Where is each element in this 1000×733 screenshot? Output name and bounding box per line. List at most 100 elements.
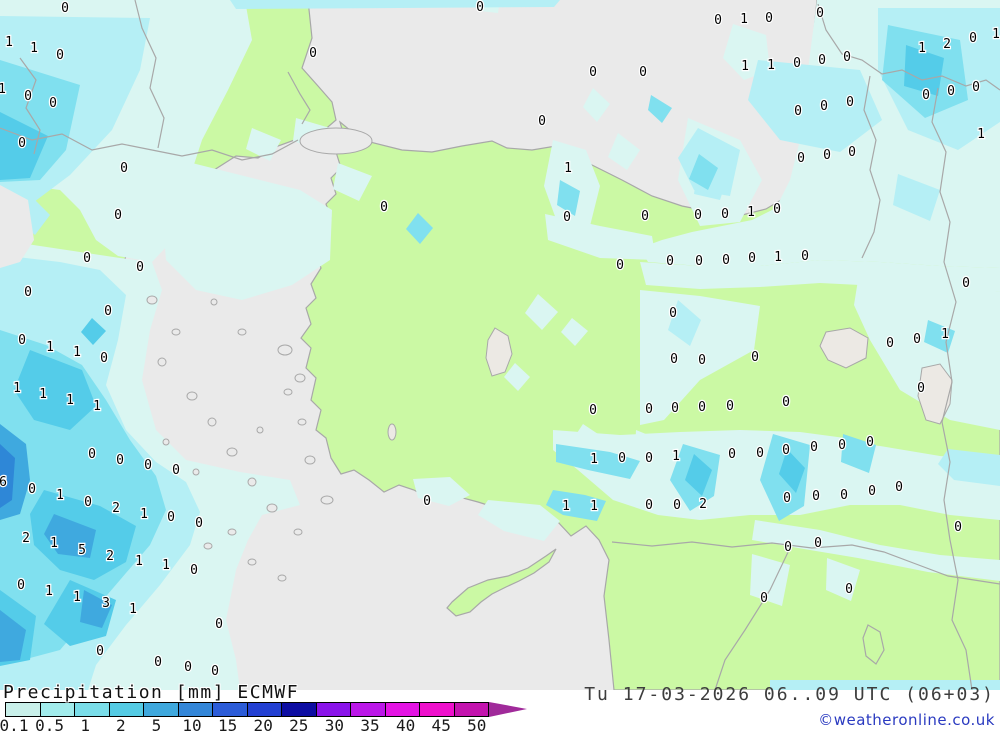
- precip-value: 0: [114, 208, 122, 223]
- precip-value: 0: [589, 403, 597, 418]
- legend-tick-label: 1: [80, 716, 91, 733]
- precip-value: 1: [918, 41, 926, 56]
- precip-value: 0: [172, 463, 180, 478]
- precip-value: 1: [56, 488, 64, 503]
- precip-value: 1: [672, 449, 680, 464]
- precip-value: 0: [751, 350, 759, 365]
- legend-tick-label: 0.5: [35, 716, 65, 733]
- precip-value: 1: [129, 602, 137, 617]
- precip-value: 0: [782, 443, 790, 458]
- precip-value: 0: [104, 304, 112, 319]
- sea-of-marmara: [299, 127, 373, 155]
- precip-value: 0: [812, 489, 820, 504]
- precip-value: 0: [886, 336, 894, 351]
- precip-value: 1: [39, 387, 47, 402]
- precip-value: 0: [722, 253, 730, 268]
- precip-value: 1: [93, 399, 101, 414]
- precip-value: 1: [66, 393, 74, 408]
- legend-color-segment: [213, 703, 248, 716]
- copyright-link[interactable]: ©weatheronline.co.uk: [818, 711, 995, 729]
- precip-value: 0: [645, 498, 653, 513]
- legend-tick-label: 35: [360, 716, 380, 733]
- precip-value: 0: [784, 540, 792, 555]
- precip-value: 1: [767, 58, 775, 73]
- precip-value: 0: [954, 520, 962, 535]
- precip-value: 0: [538, 114, 546, 129]
- precip-value: 1: [46, 340, 54, 355]
- precip-value: 0: [669, 306, 677, 321]
- precip-value: 2: [22, 531, 30, 546]
- precip-value: 1: [135, 554, 143, 569]
- precip-value: 0: [167, 510, 175, 525]
- precip-value: 1: [50, 536, 58, 551]
- legend-color-segment: [316, 703, 351, 716]
- precip-value: 0: [96, 644, 104, 659]
- precip-value: 0: [895, 480, 903, 495]
- forecast-datetime: Tu 17-03-2026 06..09 UTC (06+03): [584, 684, 995, 705]
- precip-value: 0: [154, 655, 162, 670]
- precip-value: 0: [947, 84, 955, 99]
- precip-value: 0: [814, 536, 822, 551]
- legend-tick-label: 50: [467, 716, 487, 733]
- precip-value: 1: [774, 250, 782, 265]
- precip-value: 0: [476, 0, 484, 15]
- precip-value: 0: [144, 458, 152, 473]
- precip-value: 0: [818, 53, 826, 68]
- legend-tick-label: 20: [253, 716, 273, 733]
- legend-color-segment: [144, 703, 179, 716]
- precip-value: 0: [797, 151, 805, 166]
- map-title: Precipitation [mm] ECMWF: [3, 682, 300, 703]
- legend-tick-label: 5: [151, 716, 162, 733]
- precip-value: 1: [13, 381, 21, 396]
- precip-value: 0: [728, 447, 736, 462]
- precip-value: 0: [24, 89, 32, 104]
- precip-value: 2: [943, 37, 951, 52]
- legend-tick-label: 0.1: [0, 716, 29, 733]
- legend-color-segment: [247, 703, 282, 716]
- precip-value: 1: [30, 41, 38, 56]
- precip-value: 0: [641, 209, 649, 224]
- legend-color-segment: [40, 703, 75, 716]
- legend-tick-label: 30: [324, 716, 345, 733]
- precip-value: 1: [747, 205, 755, 220]
- precip-value: 0: [694, 208, 702, 223]
- precip-value: 0: [726, 399, 734, 414]
- precip-value: 0: [846, 95, 854, 110]
- precip-value: 0: [211, 664, 219, 679]
- precip-value: 0: [616, 258, 624, 273]
- legend-colorbar: [5, 702, 489, 717]
- precip-value: 0: [782, 395, 790, 410]
- precip-value: 0: [56, 48, 64, 63]
- precip-value: 0: [794, 104, 802, 119]
- precip-value: 0: [17, 578, 25, 593]
- precip-value: 1: [562, 499, 570, 514]
- precip-value: 0: [380, 200, 388, 215]
- legend-color-segment: [109, 703, 144, 716]
- legend-tick-labels: 0.1 0.5 1 2 5 10 15 20 25 30 35 40 45 50: [0, 716, 520, 733]
- precip-value: 0: [801, 249, 809, 264]
- precip-value: 0: [671, 401, 679, 416]
- precip-value: 0: [810, 440, 818, 455]
- precip-value: 0: [589, 65, 597, 80]
- precip-value: 0: [645, 451, 653, 466]
- precip-value: 1: [741, 59, 749, 74]
- precip-value: 0: [838, 438, 846, 453]
- weather-map-page: 0011000001001201110000001000000100001000…: [0, 0, 1000, 733]
- precip-value: 1: [73, 345, 81, 360]
- precip-value: 0: [773, 202, 781, 217]
- precip-value: 1: [162, 558, 170, 573]
- precip-value: 0: [793, 56, 801, 71]
- legend-color-segment: [454, 703, 488, 716]
- precip-value: 0: [666, 254, 674, 269]
- precip-value: 1: [740, 12, 748, 27]
- precip-value: 0: [673, 498, 681, 513]
- precip-value: 0: [917, 381, 925, 396]
- precip-value: 0: [913, 332, 921, 347]
- precip-value: 0: [100, 351, 108, 366]
- precip-value: 3: [102, 596, 110, 611]
- precip-value: 0: [843, 50, 851, 65]
- precip-value: 0: [116, 453, 124, 468]
- precip-value: 0: [645, 402, 653, 417]
- precip-value: 0: [24, 285, 32, 300]
- precip-value: 0: [190, 563, 198, 578]
